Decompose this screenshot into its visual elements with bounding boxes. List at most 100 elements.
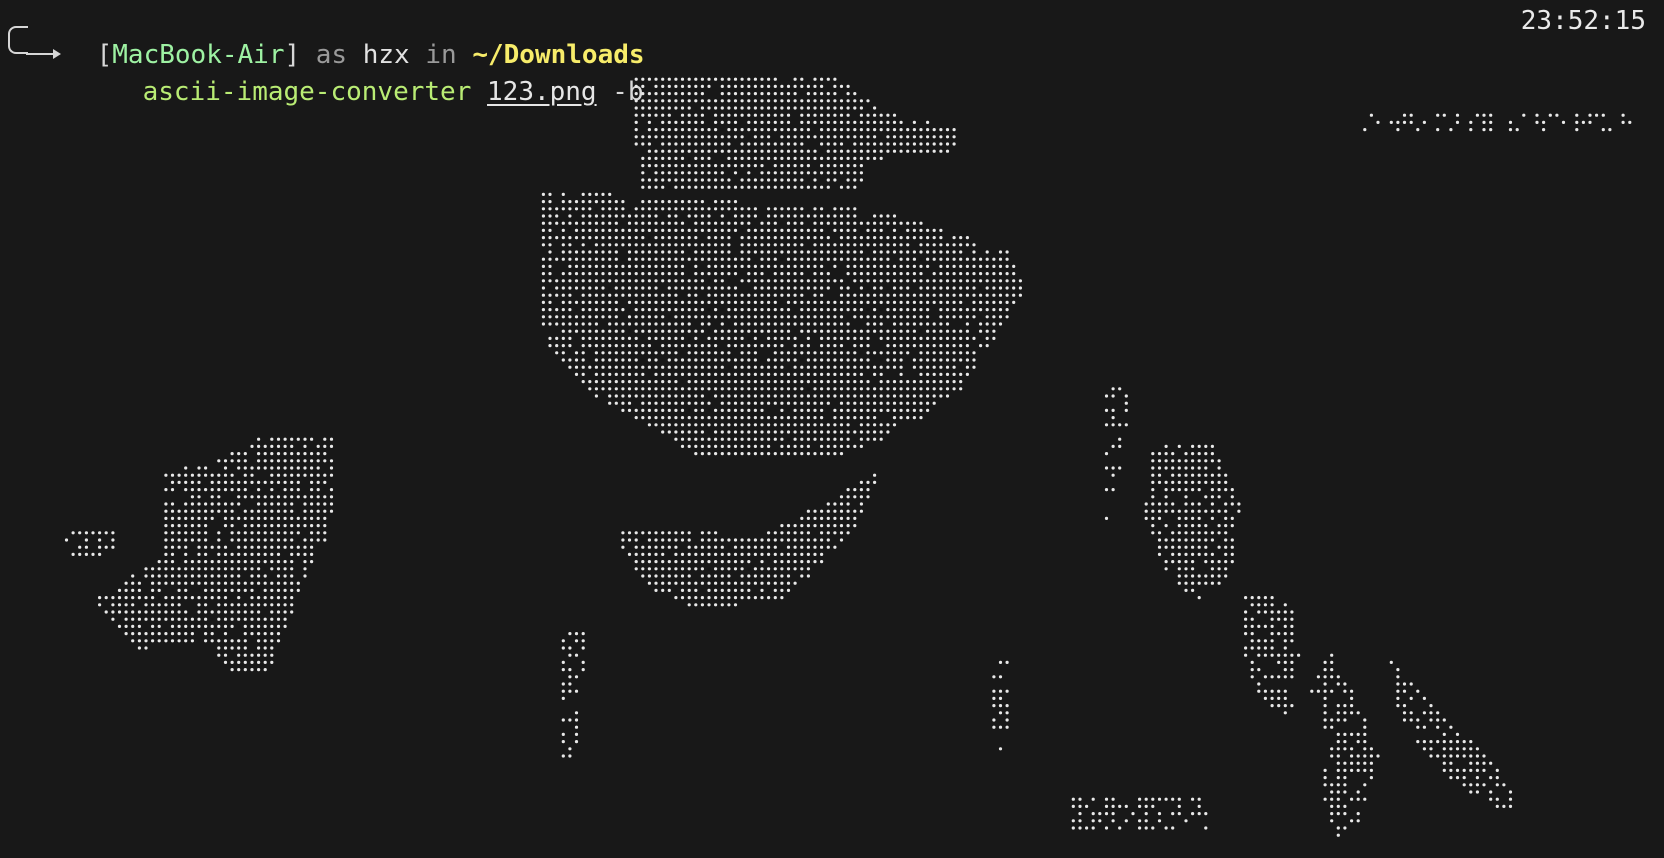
braille-dot — [223, 574, 228, 578]
braille-dot — [230, 581, 234, 585]
braille-dot — [760, 408, 764, 412]
braille-dot — [1230, 545, 1234, 549]
braille-dot — [820, 164, 824, 168]
braille-dot — [1475, 790, 1479, 794]
braille-dot — [270, 480, 274, 484]
braille-dot — [641, 228, 645, 232]
braille-dot — [780, 264, 784, 268]
braille-dot — [839, 430, 844, 434]
braille-dot — [806, 351, 811, 355]
braille-dot — [1350, 747, 1354, 751]
braille-dot — [204, 603, 208, 607]
braille-dot — [740, 437, 744, 441]
braille-dot — [733, 300, 738, 304]
braille-dot — [1263, 610, 1267, 614]
braille-dot — [263, 617, 267, 621]
braille-dot — [899, 408, 903, 412]
braille-dot — [641, 344, 645, 348]
braille-dot — [839, 257, 844, 261]
braille-dot — [157, 624, 161, 629]
braille-dot — [1230, 552, 1234, 557]
braille-dot — [786, 380, 791, 384]
braille-dot — [270, 603, 274, 607]
braille-dot — [667, 394, 671, 398]
braille-dot — [1005, 293, 1009, 297]
braille-dot — [1230, 524, 1234, 528]
braille-dot — [1270, 704, 1274, 708]
braille-dot — [601, 236, 605, 240]
braille-dot — [654, 552, 658, 557]
braille-dot — [899, 142, 903, 146]
braille-dot — [1542, 120, 1546, 124]
braille-dot — [859, 430, 864, 434]
braille-dot — [846, 106, 850, 110]
braille-dot — [621, 408, 625, 412]
braille-dot — [667, 149, 671, 153]
braille-dot — [859, 128, 864, 132]
braille-dot — [720, 236, 724, 240]
braille-dot — [846, 236, 850, 240]
braille-dot — [1164, 509, 1168, 513]
braille-dot — [1283, 653, 1287, 657]
braille-dot — [1429, 740, 1433, 744]
braille-dot — [1455, 113, 1460, 117]
braille-dot — [1257, 639, 1261, 643]
braille-dot — [601, 372, 605, 376]
braille-dot — [873, 279, 877, 283]
braille-dot — [601, 192, 605, 196]
braille-dot — [727, 329, 731, 333]
braille-dot — [800, 77, 804, 81]
braille-dot — [1091, 812, 1095, 816]
braille-dot — [773, 387, 777, 391]
braille-dot — [270, 516, 274, 521]
braille-dot — [780, 214, 784, 218]
braille-dot — [793, 581, 797, 585]
braille-dot — [820, 444, 824, 448]
braille-dot — [1191, 466, 1195, 470]
braille-dot — [773, 214, 777, 218]
braille-dot — [151, 632, 155, 636]
braille-dot — [780, 538, 784, 542]
braille-dot — [1336, 675, 1340, 679]
braille-dot — [608, 228, 612, 232]
braille-dot — [1244, 610, 1248, 614]
braille-dot — [1257, 603, 1261, 607]
braille-dot — [707, 437, 711, 441]
braille-dot — [945, 329, 950, 333]
braille-dot — [760, 185, 764, 189]
braille-dot — [157, 632, 161, 636]
braille-dot — [641, 300, 645, 304]
braille-dot — [853, 149, 857, 153]
braille-dot — [1210, 552, 1214, 557]
braille-dot — [866, 236, 870, 240]
braille-dot — [733, 322, 738, 326]
braille-dot — [859, 272, 864, 276]
braille-dot — [760, 264, 764, 268]
braille-dot — [647, 315, 652, 319]
braille-dot — [634, 142, 638, 146]
braille-dot — [614, 358, 618, 362]
braille-dot — [674, 300, 678, 304]
braille-dot — [952, 358, 956, 362]
braille-dot — [694, 545, 698, 549]
braille-dot — [886, 329, 890, 333]
braille-dot — [310, 538, 314, 542]
braille-dot — [243, 552, 247, 557]
braille-dot — [230, 516, 234, 521]
braille-dot — [959, 250, 963, 254]
braille-dot — [1118, 387, 1122, 391]
braille-dot — [303, 567, 307, 571]
braille-dot — [740, 250, 744, 254]
braille-dot — [270, 660, 274, 665]
braille-dot — [700, 185, 705, 189]
braille-dot — [873, 437, 877, 441]
braille-dot — [568, 336, 572, 340]
braille-dot — [541, 192, 546, 196]
braille-dot — [1197, 797, 1201, 801]
braille-dot — [1330, 804, 1334, 809]
braille-dot — [952, 250, 956, 254]
braille-dot — [992, 257, 996, 261]
braille-dot — [164, 488, 168, 492]
braille-dot — [1244, 653, 1248, 657]
braille-dot — [1323, 668, 1327, 672]
